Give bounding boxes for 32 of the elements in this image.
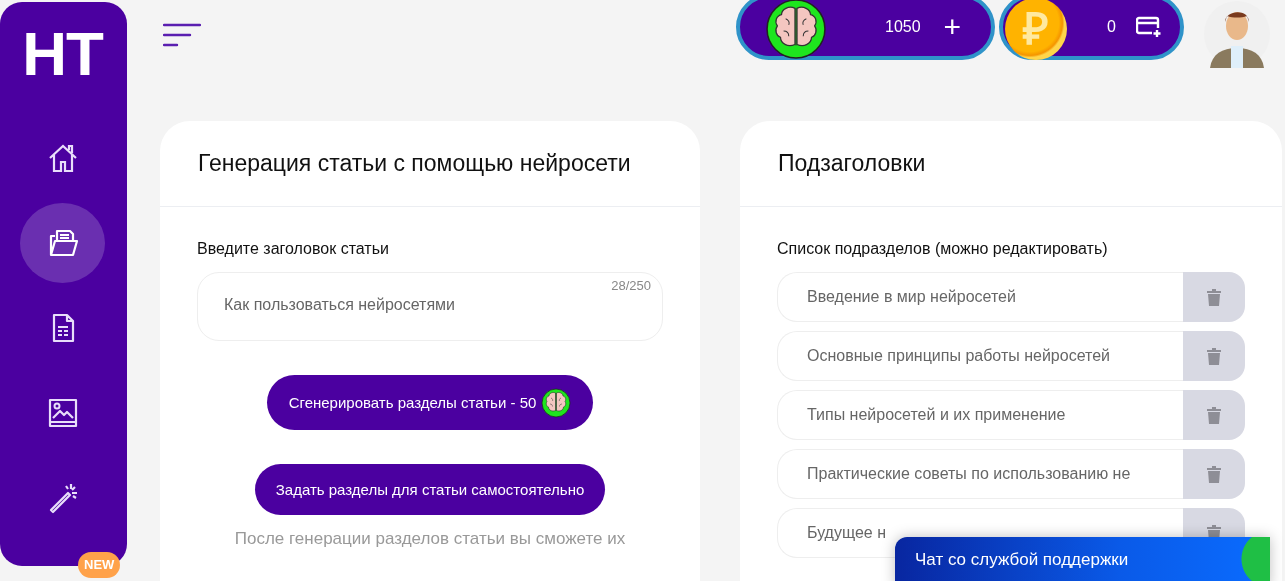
- add-card-icon[interactable]: [1135, 16, 1162, 38]
- trash-icon: [1207, 465, 1221, 483]
- field-label: Введите заголовок статьи: [197, 240, 390, 258]
- card-title: Генерация статьи с помощью нейросети: [198, 150, 631, 177]
- logo: HT: [22, 22, 103, 86]
- ruble-coin: ₽: [1005, 0, 1067, 60]
- list-label: Список подразделов (можно редактировать): [777, 240, 1109, 258]
- ruble-balance: 0: [1107, 18, 1116, 36]
- image-icon: [46, 397, 79, 429]
- subheading-field[interactable]: Основные принципы работы нейросетей: [777, 331, 1183, 381]
- support-chat-toast[interactable]: Чат со службой поддержки: [895, 537, 1270, 581]
- trash-icon: [1207, 288, 1221, 306]
- character-counter: 28/250: [611, 278, 651, 293]
- subheading-field[interactable]: Практические советы по использованию не: [777, 449, 1183, 499]
- trash-icon: [1207, 406, 1221, 424]
- generate-sections-button[interactable]: Сгенерировать разделы статьи - 50: [266, 375, 594, 430]
- new-badge: NEW: [78, 552, 121, 578]
- menu-icon[interactable]: [163, 23, 201, 48]
- delete-button[interactable]: [1183, 449, 1245, 499]
- manual-sections-button[interactable]: Задать разделы для статьи самостоятельно: [254, 464, 606, 515]
- hint-text: После генерации разделов статьи вы сможете их: [233, 529, 627, 549]
- subheading-field[interactable]: Типы нейросетей и их применение: [777, 390, 1183, 440]
- delete-button[interactable]: [1183, 331, 1245, 381]
- add-neurons-button[interactable]: +: [943, 13, 962, 41]
- brain-icon: [541, 387, 572, 418]
- card-title: Подзаголовки: [778, 150, 926, 177]
- subheading-field[interactable]: Введение в мир нейросетей: [777, 272, 1183, 322]
- delete-button[interactable]: [1183, 272, 1245, 322]
- trash-icon: [1207, 347, 1221, 365]
- neuron-balance: 1050: [885, 18, 921, 36]
- brain-icon: [765, 0, 827, 60]
- delete-button[interactable]: [1183, 390, 1245, 440]
